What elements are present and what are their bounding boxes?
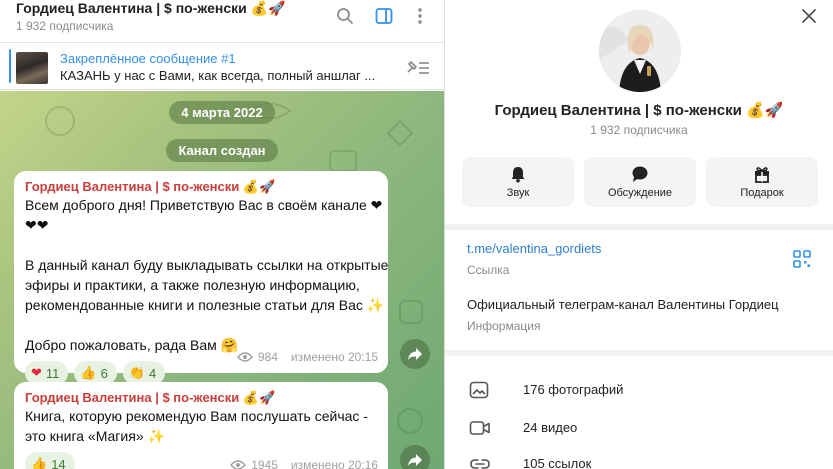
view-count: 984 [257,350,278,364]
message-line: В данный канал буду выкладывать ссылки н… [25,257,389,273]
gift-button[interactable]: Подарок [706,157,818,207]
reaction-count: 11 [45,365,60,381]
media-links-row[interactable]: 105 ссылок [445,446,833,469]
message-line: рекомендованные книги и полезные статьи … [25,297,385,313]
gift-icon [755,167,769,183]
message-line: эфиры и практики, а также полезную инфор… [25,277,360,293]
discussion-button[interactable]: Обсуждение [584,157,696,207]
media-photos-label: 176 фотографий [523,382,624,397]
gift-label: Подарок [740,187,784,199]
message-line: это книга «Магия» ✨ [25,428,165,444]
forward-icon [408,348,422,360]
message-author[interactable]: Гордиец Валентина | $ по-женски 💰🚀 [25,390,377,406]
message-meta: 984 изменено 20:15 [236,350,378,364]
channel-description: Официальный телеграм-канал Валентины Гор… [467,297,779,312]
pinned-message-bar[interactable]: Закреплённое сообщение #1 КАЗАНЬ у нас с… [0,42,444,90]
bell-icon [511,167,525,183]
shared-media: 176 фотографий 24 видео 105 ссылок [445,356,833,469]
profile-name: Гордиец Валентина | $ по-женски 💰🚀 [494,102,784,119]
link-icon [470,459,490,469]
pinned-thumbnail [16,52,48,84]
more-vertical-icon[interactable] [408,5,432,27]
sidebar-toggle-icon[interactable] [372,5,396,27]
forward-button[interactable] [400,339,430,369]
avatar[interactable] [599,10,681,92]
reaction-count: 6 [100,365,108,381]
forward-button[interactable] [400,445,430,469]
reaction-emoji: 👍 [80,365,97,380]
chat-title[interactable]: Гордиец Валентина | $ по-женски 💰🚀 [16,0,286,17]
forward-icon [408,454,422,466]
chat-subscribers: 1 932 подписчика [16,19,114,33]
message-author[interactable]: Гордиец Валентина | $ по-женски 💰🚀 [25,179,377,195]
message-meta: 1945 изменено 20:16 [230,458,378,469]
chat-bubble-icon [632,166,648,182]
view-count: 1945 [251,458,278,469]
message-feed[interactable]: 4 марта 2022 Канал создан Гордиец Валент… [0,91,444,469]
chat-pane: Гордиец Валентина | $ по-женски 💰🚀 1 932… [0,0,444,469]
discussion-label: Обсуждение [607,187,673,199]
pinned-indicator [9,49,11,83]
chat-header[interactable]: Гордиец Валентина | $ по-женски 💰🚀 1 932… [0,0,444,42]
service-label: Канал создан [166,139,278,162]
profile-info: t.me/valentina_gordiets Ссылка Официальн… [445,230,833,350]
qr-code-icon[interactable] [793,250,811,273]
message-line: Всем доброго дня! Приветствую Вас в своё… [25,197,383,213]
sound-button[interactable]: Звук [462,157,574,207]
reaction-emoji: 👏 [128,365,146,380]
message-bubble[interactable]: Гордиец Валентина | $ по-женски 💰🚀 Книга… [14,382,388,469]
reaction-thumbs-up[interactable]: 👍 14 [25,452,75,469]
profile-panel: Гордиец Валентина | $ по-женски 💰🚀 1 932… [445,0,833,469]
date-separator: 4 марта 2022 [0,101,444,124]
reaction-count: 4 [149,365,157,381]
close-icon[interactable] [799,6,819,26]
message-line: ❤❤ [25,217,49,233]
reaction-emoji: ❤ [31,365,42,380]
profile-subscribers: 1 932 подписчика [590,123,688,137]
photo-icon [469,381,489,399]
edited-time: изменено 20:15 [290,350,378,364]
eye-icon [236,352,253,362]
edited-time: изменено 20:16 [290,458,378,469]
reaction-count: 14 [51,456,66,469]
channel-link[interactable]: t.me/valentina_gordiets [467,241,601,256]
profile-header: Гордиец Валентина | $ по-женски 💰🚀 1 932… [445,0,833,224]
video-icon [469,421,490,435]
message-line: Книга, которую рекомендую Вам послушать … [25,408,368,424]
channel-description-caption: Информация [467,319,541,333]
channel-link-caption: Ссылка [467,263,510,277]
sound-label: Звук [506,187,530,199]
search-icon[interactable] [333,5,357,27]
reaction-emoji: 👍 [31,456,48,469]
media-videos-row[interactable]: 24 видео [445,410,833,446]
pinned-title: Закреплённое сообщение #1 [60,51,236,66]
unpin-list-icon[interactable] [404,58,430,81]
date-label: 4 марта 2022 [169,101,275,124]
eye-icon [230,460,247,469]
pinned-text: КАЗАНЬ у нас с Вами, как всегда, полный … [60,68,376,83]
media-videos-label: 24 видео [523,420,578,435]
message-bubble[interactable]: Гордиец Валентина | $ по-женски 💰🚀 Всем … [14,171,389,385]
media-photos-row[interactable]: 176 фотографий [445,372,833,408]
service-message: Канал создан [0,139,444,162]
media-links-label: 105 ссылок [523,456,592,469]
